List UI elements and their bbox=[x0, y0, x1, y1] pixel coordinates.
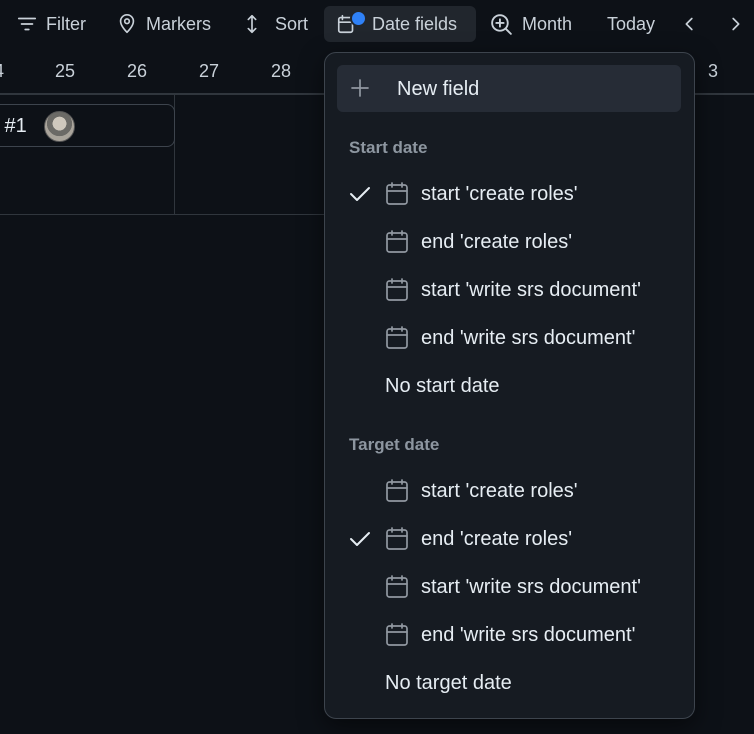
option-label: No start date bbox=[385, 375, 500, 397]
task-label: s #1 bbox=[0, 115, 27, 137]
chevron-left-icon bbox=[685, 17, 693, 31]
calendar-icon bbox=[386, 623, 408, 646]
option-label: start 'write srs document' bbox=[421, 576, 641, 598]
map-pin-icon bbox=[119, 14, 135, 34]
start-date-option[interactable]: end 'create roles' bbox=[325, 220, 694, 264]
filter-button[interactable]: Filter bbox=[16, 6, 86, 42]
date-label: 26 bbox=[127, 61, 148, 81]
no-start-date-option[interactable]: No start date bbox=[325, 364, 694, 408]
month-button[interactable]: Month bbox=[489, 6, 572, 42]
date-fields-label: Date fields bbox=[372, 13, 458, 34]
option-label: start 'create roles' bbox=[421, 183, 578, 205]
markers-label: Markers bbox=[146, 13, 212, 34]
option-label: end 'create roles' bbox=[421, 231, 573, 253]
calendar-icon bbox=[386, 278, 408, 301]
new-field-label: New field bbox=[397, 78, 480, 100]
date-label: 4 bbox=[0, 61, 4, 82]
today-label: Today bbox=[607, 13, 656, 34]
start-date-option[interactable]: start 'create roles' bbox=[325, 172, 694, 216]
checkmark-icon bbox=[350, 532, 370, 546]
start-date-option[interactable]: start 'write srs document' bbox=[325, 268, 694, 312]
option-label: end 'create roles' bbox=[421, 528, 573, 550]
date-label: 28 bbox=[271, 61, 292, 81]
option-label: end 'write srs document' bbox=[421, 624, 636, 646]
calendar-icon bbox=[386, 527, 408, 550]
target-date-option[interactable]: end 'write srs document' bbox=[325, 613, 694, 657]
option-label: start 'create roles' bbox=[421, 480, 578, 502]
calendar-icon bbox=[386, 182, 408, 205]
start-date-section-title: Start date bbox=[349, 138, 428, 157]
calendar-icon bbox=[386, 575, 408, 598]
avatar bbox=[44, 111, 75, 142]
date-label: 25 bbox=[55, 61, 76, 81]
up-down-arrow-icon bbox=[247, 14, 257, 34]
start-date-option[interactable]: end 'write srs document' bbox=[325, 316, 694, 360]
markers-button[interactable]: Markers bbox=[116, 6, 211, 42]
date-label: 27 bbox=[199, 61, 220, 81]
target-date-option[interactable]: end 'create roles' bbox=[325, 517, 694, 561]
today-button[interactable]: Today bbox=[607, 6, 655, 42]
date-fields-button[interactable]: Date fields bbox=[324, 6, 476, 42]
month-label: Month bbox=[522, 13, 573, 34]
target-date-section-title: Target date bbox=[349, 435, 440, 454]
option-label: start 'write srs document' bbox=[421, 279, 641, 301]
target-date-option[interactable]: start 'write srs document' bbox=[325, 565, 694, 609]
new-field-button[interactable]: New field bbox=[337, 65, 681, 112]
option-label: No target date bbox=[385, 672, 512, 694]
filter-icon bbox=[17, 17, 37, 31]
date-fields-menu: New field Start date start 'create roles… bbox=[324, 52, 695, 719]
calendar-icon bbox=[386, 230, 408, 253]
date-label: 3 bbox=[708, 61, 719, 81]
sort-button[interactable]: Sort bbox=[241, 6, 308, 42]
option-label: end 'write srs document' bbox=[421, 327, 636, 349]
row-divider bbox=[0, 214, 330, 215]
next-button[interactable] bbox=[724, 6, 746, 42]
date-fields-indicator bbox=[350, 10, 367, 27]
calendar-icon bbox=[386, 479, 408, 502]
zoom-in-icon bbox=[491, 13, 512, 35]
filter-label: Filter bbox=[46, 13, 86, 34]
sort-label: Sort bbox=[275, 13, 309, 34]
calendar-icon bbox=[386, 326, 408, 349]
toolbar: Filter Markers Sort Date fields Month To… bbox=[0, 0, 754, 48]
checkmark-icon bbox=[350, 187, 370, 201]
previous-button[interactable] bbox=[679, 6, 701, 42]
no-target-date-option[interactable]: No target date bbox=[325, 661, 694, 705]
task-bar[interactable]: s #1 bbox=[0, 104, 175, 147]
target-date-option[interactable]: start 'create roles' bbox=[325, 469, 694, 513]
chevron-right-icon bbox=[732, 17, 740, 31]
plus-icon bbox=[351, 79, 369, 97]
